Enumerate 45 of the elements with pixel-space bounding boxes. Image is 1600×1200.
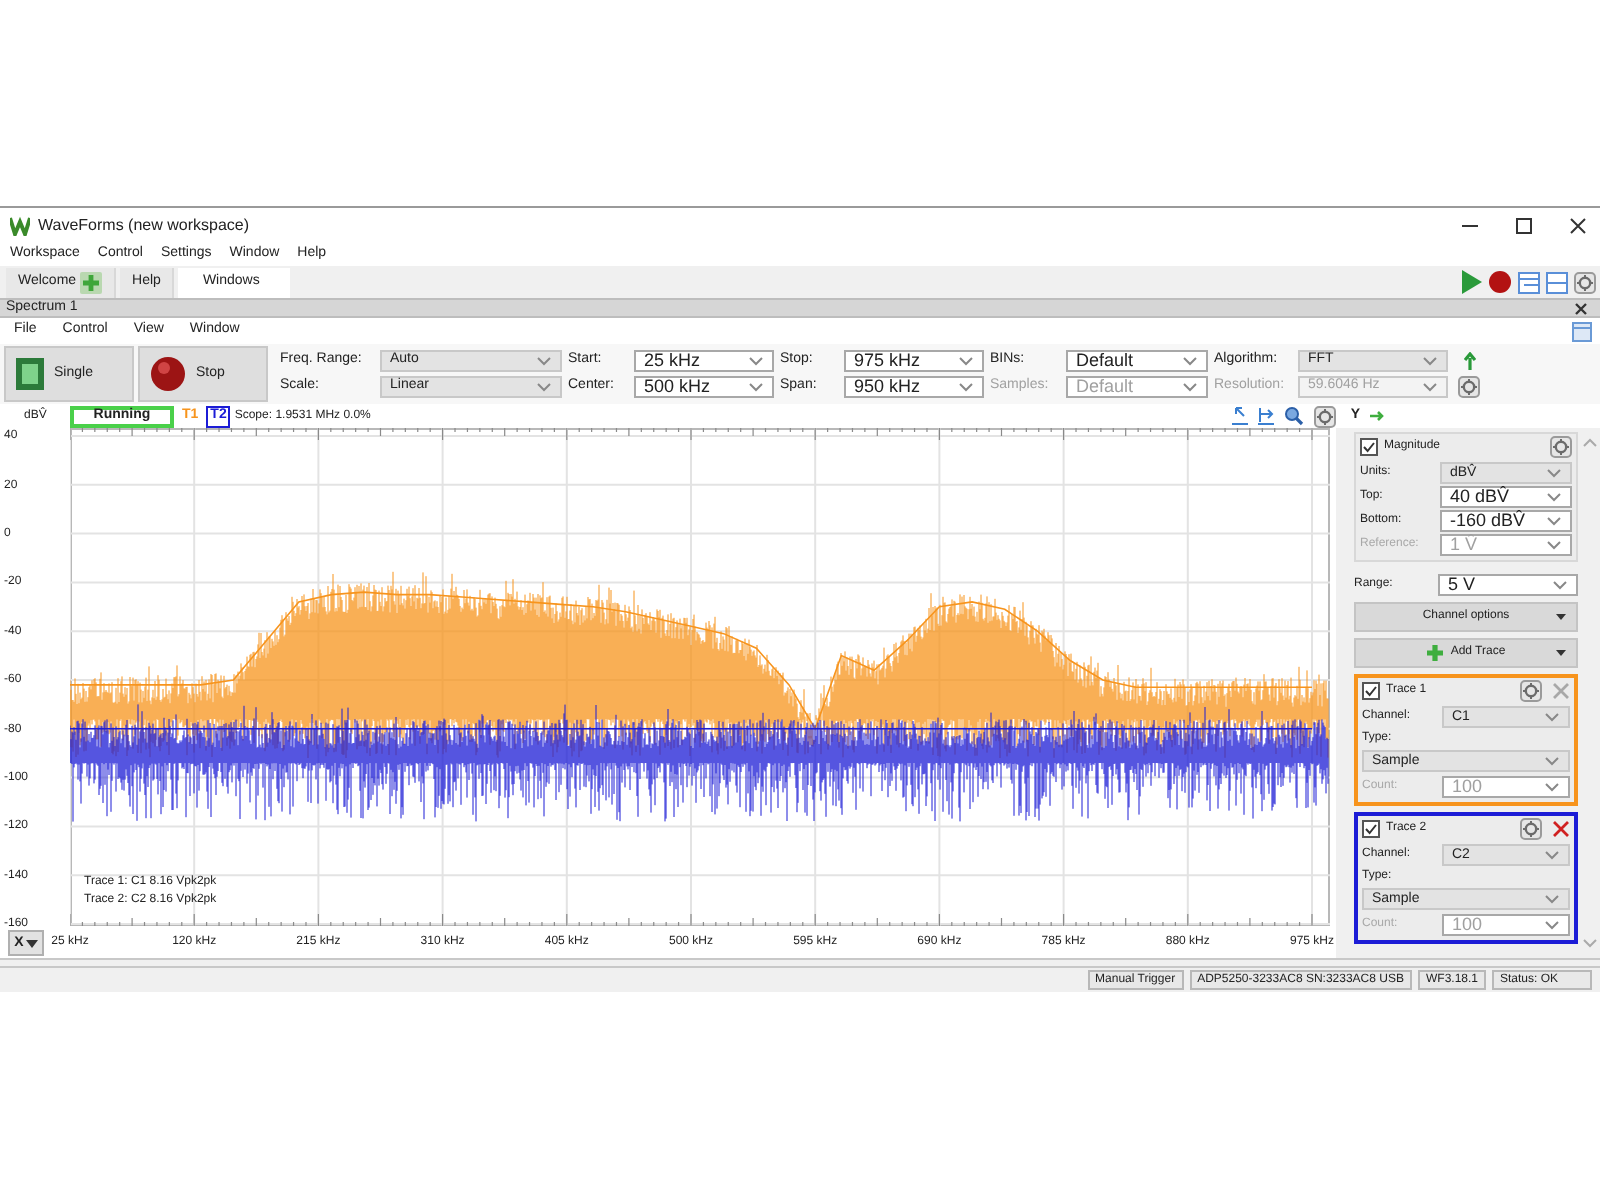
dropdown[interactable]: 950 kHz — [844, 376, 984, 399]
stop-icon — [150, 356, 186, 393]
settings-icon[interactable] — [1574, 271, 1596, 294]
checkbox[interactable] — [1362, 681, 1380, 700]
zoom-cursor-icon[interactable] — [1232, 406, 1249, 427]
step-icon — [16, 358, 44, 391]
close-icon[interactable] — [1570, 217, 1586, 234]
checkbox[interactable] — [1362, 819, 1380, 838]
dropdown: Default — [1066, 376, 1208, 399]
pan-icon[interactable] — [1258, 406, 1275, 427]
add-icon — [1426, 644, 1445, 663]
dropdown[interactable]: Default — [1066, 350, 1208, 373]
chevron-down-icon — [1544, 848, 1560, 863]
settings-icon[interactable] — [1550, 436, 1572, 459]
dropdown: 1 V̂ — [1440, 534, 1572, 557]
settings-icon[interactable] — [1458, 375, 1480, 398]
settings-icon[interactable] — [1520, 679, 1542, 702]
chevron-down-icon — [1552, 578, 1568, 593]
close-icon[interactable] — [1574, 301, 1588, 316]
dropdown: 100 — [1442, 914, 1570, 937]
app-logo-icon — [10, 215, 30, 236]
maximize-icon[interactable] — [1516, 217, 1532, 234]
magnifier-icon[interactable] — [1284, 406, 1305, 427]
dropdown[interactable]: 500 kHz — [634, 376, 774, 399]
dropdown[interactable]: 40 dBV̂ — [1440, 486, 1572, 509]
caret-down-icon — [1556, 650, 1566, 657]
settings-icon[interactable] — [1314, 405, 1337, 428]
chevron-down-icon — [1544, 710, 1560, 725]
dropdown[interactable]: 975 kHz — [844, 350, 984, 373]
dropdown: 100 — [1442, 776, 1570, 799]
window-icon[interactable] — [1518, 271, 1540, 294]
up-arrow-icon[interactable] — [1463, 351, 1475, 372]
record-icon[interactable] — [1488, 270, 1512, 295]
play-icon[interactable] — [1462, 270, 1482, 295]
caret-down-icon — [25, 939, 38, 948]
right-arrow-icon[interactable] — [1370, 410, 1384, 423]
checkbox[interactable] — [1360, 438, 1378, 457]
dropdown[interactable]: -160 dBV̂ — [1440, 510, 1572, 533]
dropdown[interactable]: 25 kHz — [634, 350, 774, 373]
dropdown[interactable]: 5 V — [1438, 574, 1578, 597]
settings-icon[interactable] — [1520, 817, 1542, 840]
window-title: WaveForms (new workspace) — [38, 213, 252, 238]
add-icon[interactable] — [80, 272, 103, 295]
split-window-icon[interactable] — [1546, 271, 1568, 294]
caret-down-icon — [1556, 614, 1566, 621]
